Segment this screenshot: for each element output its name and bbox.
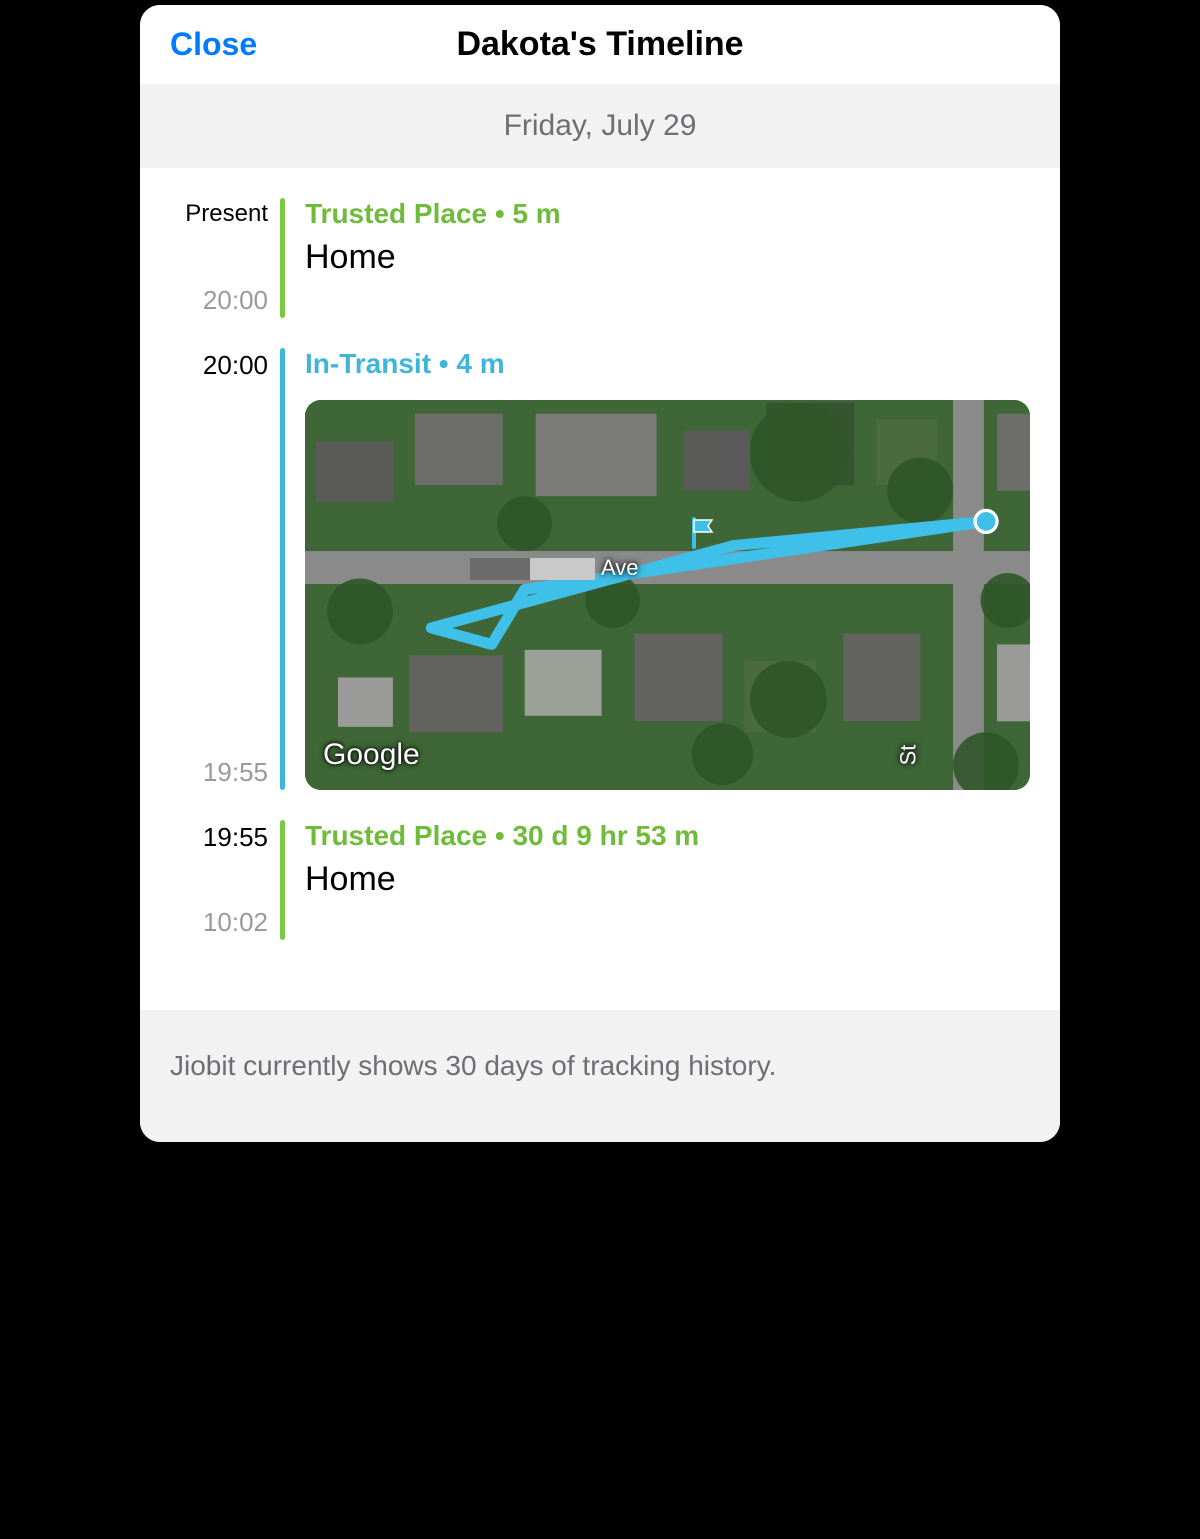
entry-times: Present 20:00: [170, 198, 280, 318]
timeline-divider: [280, 198, 285, 318]
entry-time-bottom: 19:55: [170, 757, 268, 788]
entry-times: 20:00 19:55: [170, 348, 280, 790]
header: Close Dakota's Timeline: [140, 5, 1060, 84]
entry-content: Trusted Place • 5 m Home: [305, 198, 1030, 318]
map-thumbnail[interactable]: Ave St Google: [305, 400, 1030, 790]
redaction-block: [530, 558, 595, 580]
footer-note: Jiobit currently shows 30 days of tracki…: [140, 1010, 1060, 1142]
street-label: Ave: [601, 555, 639, 581]
entry-time-bottom: 10:02: [170, 907, 268, 938]
entry-time-top: Present: [170, 200, 268, 228]
entry-time-top: 19:55: [170, 822, 268, 853]
status-label: Trusted Place • 5 m: [305, 198, 1030, 230]
entry-time-bottom: 20:00: [170, 285, 268, 316]
timeline-entry: 19:55 10:02 Trusted Place • 30 d 9 hr 53…: [170, 820, 1030, 940]
status-label: In-Transit • 4 m: [305, 348, 1030, 380]
timeline-divider: [280, 820, 285, 940]
redaction-block: [470, 558, 530, 580]
close-button[interactable]: Close: [170, 26, 257, 63]
entry-content: In-Transit • 4 m: [305, 348, 1030, 790]
timeline: Present 20:00 Trusted Place • 5 m Home 2…: [140, 168, 1060, 1010]
entry-content: Trusted Place • 30 d 9 hr 53 m Home: [305, 820, 1030, 940]
entry-time-top: 20:00: [170, 350, 268, 381]
timeline-entry: Present 20:00 Trusted Place • 5 m Home: [170, 198, 1030, 318]
entry-times: 19:55 10:02: [170, 820, 280, 940]
page-title: Dakota's Timeline: [456, 25, 743, 64]
date-bar: Friday, July 29: [140, 84, 1060, 168]
flag-icon: [690, 517, 720, 554]
place-name: Home: [305, 238, 1030, 277]
map-svg: [305, 400, 1030, 790]
timeline-entry: 20:00 19:55 In-Transit • 4 m: [170, 348, 1030, 790]
timeline-divider: [280, 348, 285, 790]
app-frame: Close Dakota's Timeline Friday, July 29 …: [140, 5, 1060, 1142]
place-name: Home: [305, 860, 1030, 899]
google-attribution: Google: [323, 738, 420, 772]
status-label: Trusted Place • 30 d 9 hr 53 m: [305, 820, 1030, 852]
street-label: St: [895, 745, 921, 766]
